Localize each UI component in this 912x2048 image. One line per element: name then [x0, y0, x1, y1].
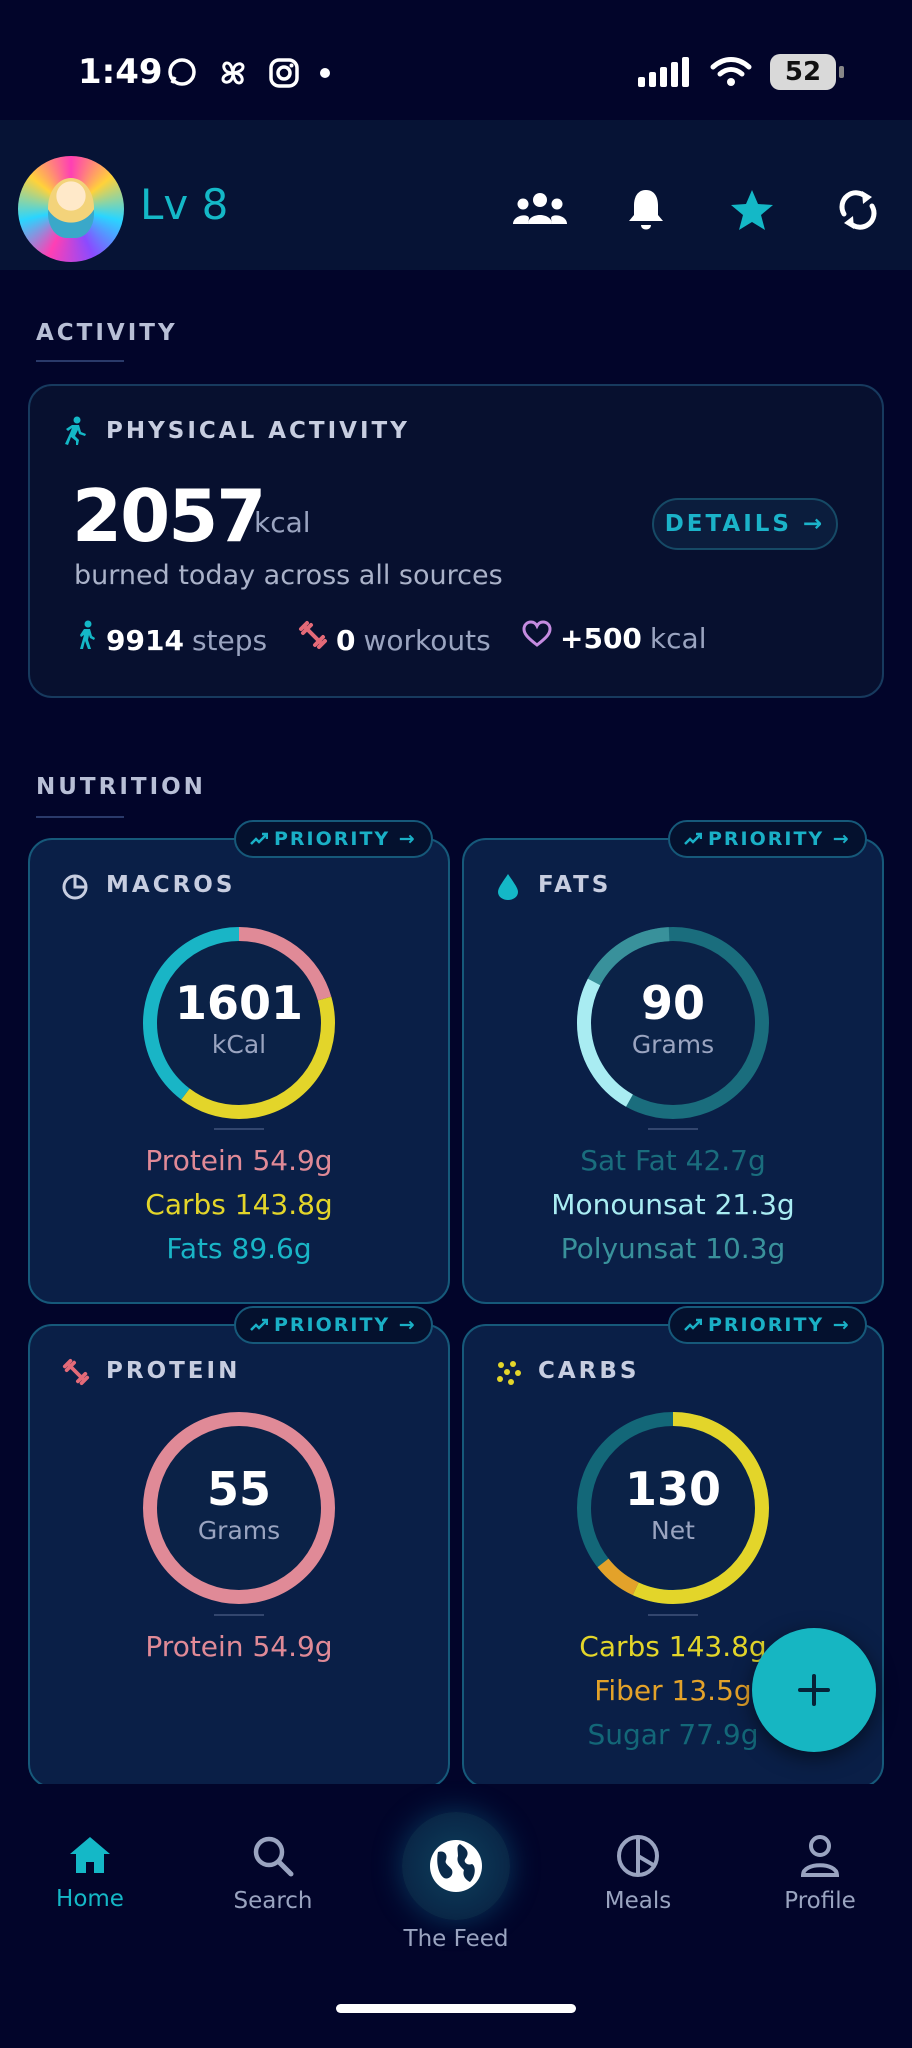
dumbbell-icon — [299, 621, 327, 649]
trending-icon — [250, 1318, 268, 1331]
home-indicator — [336, 2004, 576, 2013]
signal-icon — [638, 57, 689, 87]
pie-icon — [62, 874, 88, 904]
carbs-priority-badge[interactable]: PRIORITY → — [668, 1306, 867, 1344]
macros-priority-badge[interactable]: PRIORITY → — [234, 820, 433, 858]
nav-meals-label: Meals — [604, 1888, 672, 1914]
dumbbell-icon — [62, 1358, 90, 1390]
steps-value: 9914 — [106, 624, 184, 657]
kcal-burned-value: 2057 — [72, 474, 266, 558]
steps-stat: 9914 steps — [76, 620, 267, 657]
macros-value: 1601 — [174, 976, 304, 1030]
fats-line-mono: Monounsat 21.3g — [551, 1188, 795, 1221]
nav-profile-label: Profile — [784, 1888, 856, 1914]
macros-unit: kCal — [211, 1030, 267, 1059]
dot-icon — [320, 68, 330, 78]
running-icon — [62, 416, 88, 450]
level-label: Lv 8 — [140, 180, 229, 229]
details-button[interactable]: DETAILS → — [652, 498, 838, 550]
macros-line-protein: Protein 54.9g — [145, 1144, 333, 1177]
nav-feed[interactable] — [402, 1812, 510, 1920]
macros-line-fats: Fats 89.6g — [166, 1232, 312, 1265]
trending-icon — [684, 832, 702, 845]
protein-value: 55 — [206, 1462, 271, 1516]
friends-icon[interactable] — [510, 180, 570, 240]
sync-icon[interactable] — [828, 180, 888, 240]
steps-label: steps — [191, 624, 268, 657]
home-icon — [70, 1837, 110, 1873]
workouts-stat: 0 workouts — [298, 620, 491, 657]
wifi-icon — [710, 57, 752, 86]
status-right: 52 — [638, 54, 844, 90]
search-icon — [253, 1836, 294, 1877]
star-icon[interactable] — [722, 180, 782, 240]
bell-icon[interactable] — [616, 180, 676, 240]
pinwheel-icon — [221, 61, 245, 85]
nav-home-label: Home — [56, 1886, 124, 1912]
notification-icons — [166, 56, 332, 90]
ring-divider — [214, 1128, 264, 1130]
droplet-icon — [496, 872, 520, 906]
kcal-unit: kcal — [254, 506, 311, 539]
carbs-unit: Net — [651, 1516, 695, 1545]
bonus-kcal-value: +500 — [560, 622, 642, 655]
grains-icon — [496, 1360, 522, 1390]
protein-line: Protein 54.9g — [145, 1630, 333, 1663]
nav-feed-label: The Feed — [403, 1926, 509, 1952]
activity-section-underline — [36, 360, 124, 362]
avatar[interactable] — [18, 156, 124, 262]
chat-bubble-icon — [168, 58, 196, 86]
user-icon — [800, 1835, 840, 1877]
protein-unit: Grams — [197, 1516, 281, 1545]
nutrition-section-title: NUTRITION — [36, 774, 206, 800]
ring-divider — [648, 1128, 698, 1130]
bonus-kcal-stat: +500 kcal — [522, 620, 706, 655]
fats-line-poly: Polyunsat 10.3g — [560, 1232, 786, 1265]
instagram-icon — [269, 58, 299, 88]
trending-icon — [684, 1318, 702, 1331]
workouts-value: 0 — [336, 624, 356, 657]
fats-value: 90 — [640, 976, 705, 1030]
activity-section-title: ACTIVITY — [36, 320, 178, 346]
protein-title: PROTEIN — [106, 1358, 241, 1384]
macros-title: MACROS — [106, 872, 236, 898]
pie-chart-icon — [617, 1835, 659, 1877]
nutrition-section-underline — [36, 816, 124, 818]
nav-search-label: Search — [233, 1888, 313, 1914]
physical-activity-title: PHYSICAL ACTIVITY — [106, 418, 410, 444]
nav-profile[interactable]: Profile — [750, 1834, 890, 1914]
fats-line-sat: Sat Fat 42.7g — [580, 1144, 766, 1177]
fats-title: FATS — [538, 872, 612, 898]
ring-divider — [648, 1614, 698, 1616]
bonus-kcal-label: kcal — [649, 622, 707, 655]
carbs-value: 130 — [624, 1462, 722, 1516]
heart-icon — [522, 620, 552, 647]
workouts-label: workouts — [363, 624, 491, 657]
battery-indicator: 52 — [770, 54, 844, 90]
trending-icon — [250, 832, 268, 845]
macros-line-carbs: Carbs 143.8g — [145, 1188, 333, 1221]
nav-meals[interactable]: Meals — [568, 1834, 708, 1914]
nav-search[interactable]: Search — [203, 1834, 343, 1914]
carbs-title: CARBS — [538, 1358, 640, 1384]
protein-priority-badge[interactable]: PRIORITY → — [234, 1306, 433, 1344]
plus-icon — [798, 1674, 830, 1706]
add-button[interactable] — [752, 1628, 876, 1752]
status-time: 1:49 — [78, 52, 163, 92]
fats-unit: Grams — [631, 1030, 715, 1059]
fats-priority-badge[interactable]: PRIORITY → — [668, 820, 867, 858]
ring-divider — [214, 1614, 264, 1616]
burned-description: burned today across all sources — [74, 560, 503, 591]
nav-home[interactable]: Home — [20, 1834, 160, 1912]
walking-icon — [80, 620, 95, 649]
globe-icon — [430, 1840, 482, 1892]
